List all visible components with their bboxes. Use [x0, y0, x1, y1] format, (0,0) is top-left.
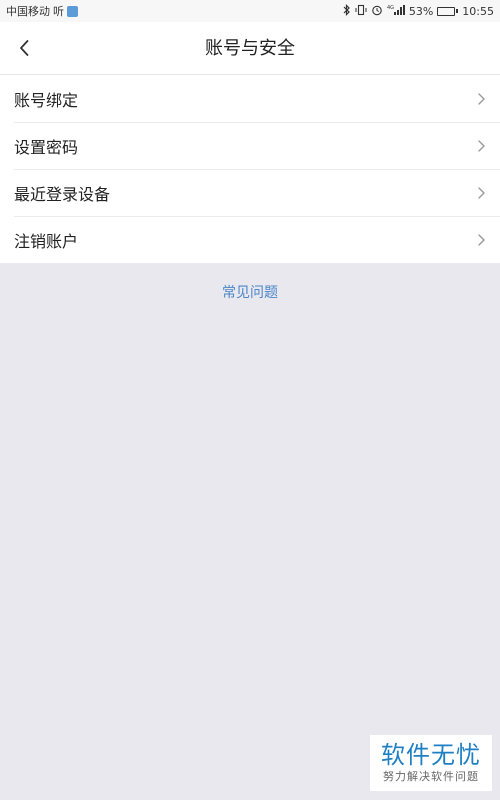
carrier-name: 中国移动 — [6, 5, 50, 18]
signal-icon: 4G — [387, 4, 405, 19]
status-left: 中国移动听 — [6, 3, 78, 19]
bluetooth-icon — [343, 3, 351, 19]
status-right: 4G 53% 10:55 — [343, 3, 494, 19]
watermark-main-text: 软件无忧 — [381, 741, 481, 769]
list-item-label: 账号绑定 — [14, 90, 79, 110]
list-item-delete-account[interactable]: 注销账户 — [0, 216, 500, 263]
list-item-label: 最近登录设备 — [14, 184, 111, 204]
chevron-right-icon — [478, 139, 485, 152]
carrier-suffix: 听 — [53, 5, 64, 18]
title-bar: 账号与安全 — [0, 22, 500, 75]
alarm-icon — [371, 4, 383, 19]
status-bar: 中国移动听 4G 53% 10:55 — [0, 0, 500, 22]
chevron-left-icon — [20, 40, 29, 56]
signal-label: 4G — [387, 5, 394, 11]
list-item-label: 设置密码 — [14, 137, 79, 157]
vibrate-icon — [355, 4, 367, 19]
list-item-account-binding[interactable]: 账号绑定 — [0, 75, 500, 122]
settings-list: 账号绑定 设置密码 最近登录设备 注销账户 — [0, 75, 500, 263]
page-title: 账号与安全 — [205, 38, 295, 59]
notification-badge-icon — [67, 5, 78, 17]
battery-percent: 53% — [408, 4, 434, 18]
back-button[interactable] — [6, 30, 42, 66]
status-time: 10:55 — [462, 4, 494, 18]
watermark-logo: 软件无忧 努力解决软件问题 — [370, 735, 492, 791]
chevron-right-icon — [478, 92, 485, 105]
list-item-recent-devices[interactable]: 最近登录设备 — [0, 169, 500, 216]
chevron-right-icon — [478, 233, 485, 246]
faq-link[interactable]: 常见问题 — [0, 282, 500, 302]
watermark-sub-text: 努力解决软件问题 — [383, 770, 479, 783]
chevron-right-icon — [478, 186, 485, 199]
list-item-set-password[interactable]: 设置密码 — [0, 122, 500, 169]
battery-icon — [437, 6, 459, 16]
list-item-label: 注销账户 — [14, 231, 79, 251]
